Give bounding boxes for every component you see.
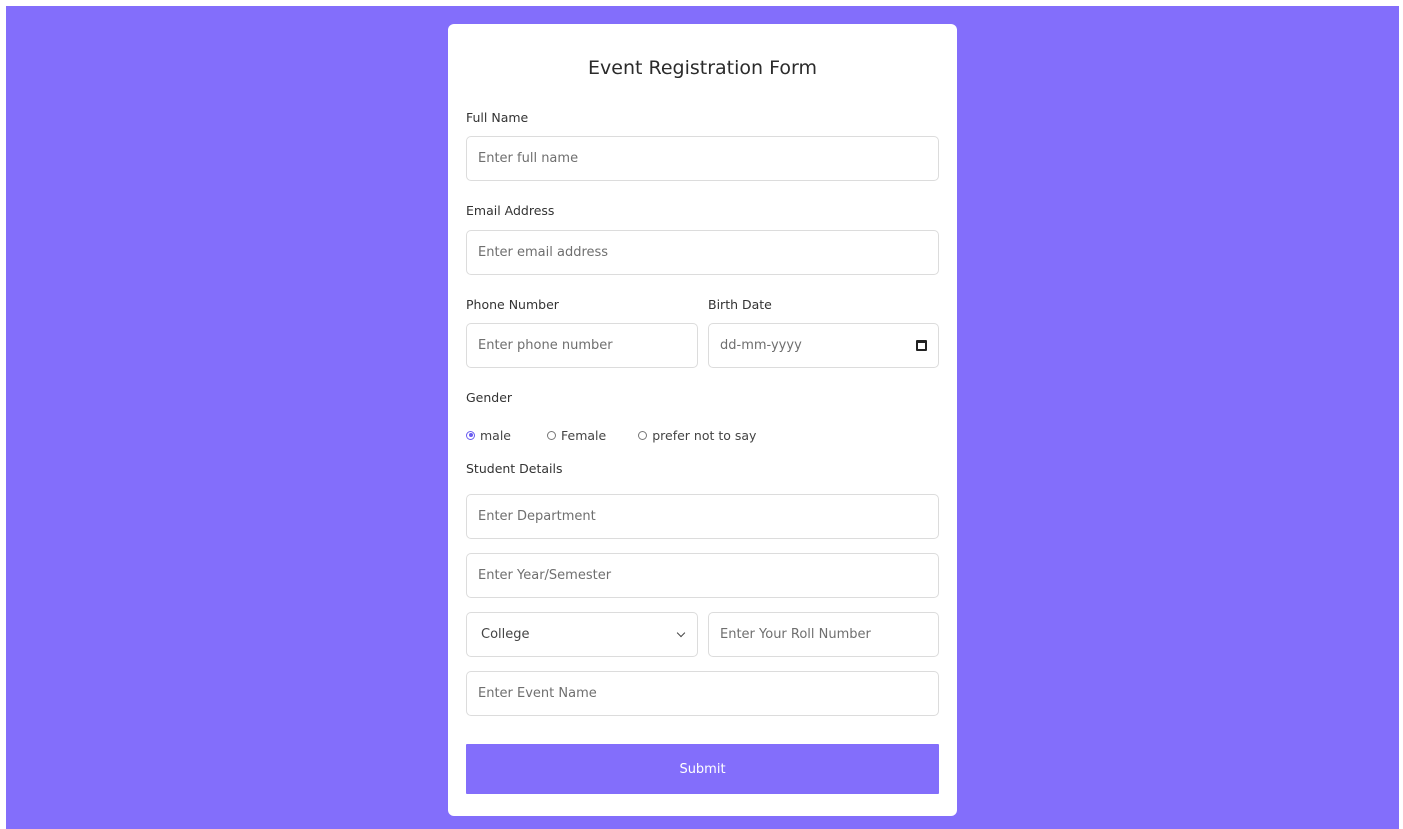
radio-prefer-not[interactable] <box>638 430 648 440</box>
roll-number-input[interactable] <box>708 612 939 657</box>
full-name-label: Full Name <box>466 110 529 125</box>
gender-option-prefer-not[interactable]: prefer not to say <box>638 428 756 443</box>
radio-female[interactable] <box>547 430 556 440</box>
birth-date-placeholder: dd-mm-yyyy <box>720 338 802 353</box>
gender-radio-group: male Female prefer not to say <box>466 427 782 443</box>
calendar-icon[interactable] <box>916 340 927 351</box>
birth-date-label: Birth Date <box>708 297 772 312</box>
email-label: Email Address <box>466 203 555 218</box>
college-select-value: College <box>481 627 530 642</box>
radio-male[interactable] <box>466 430 475 440</box>
registration-card: Event Registration Form Full Name Email … <box>448 24 957 816</box>
year-semester-input[interactable] <box>466 553 939 598</box>
page-background: Event Registration Form Full Name Email … <box>6 6 1399 829</box>
phone-label: Phone Number <box>466 297 559 312</box>
event-name-input[interactable] <box>466 671 939 716</box>
phone-input[interactable] <box>466 323 698 368</box>
gender-option-female[interactable]: Female <box>547 428 606 443</box>
chevron-down-icon <box>676 628 686 638</box>
email-input[interactable] <box>466 230 939 275</box>
full-name-input[interactable] <box>466 136 939 181</box>
gender-option-label: prefer not to say <box>652 427 757 443</box>
submit-button[interactable]: Submit <box>466 744 939 794</box>
gender-label: Gender <box>466 390 513 405</box>
gender-option-label: Female <box>561 427 607 443</box>
student-details-label: Student Details <box>466 461 563 476</box>
department-input[interactable] <box>466 494 939 539</box>
gender-option-label: male <box>480 427 511 443</box>
form-title: Event Registration Form <box>588 57 817 79</box>
birth-date-input[interactable]: dd-mm-yyyy <box>708 323 939 368</box>
gender-option-male[interactable]: male <box>466 428 511 443</box>
college-select[interactable]: College <box>466 612 698 657</box>
